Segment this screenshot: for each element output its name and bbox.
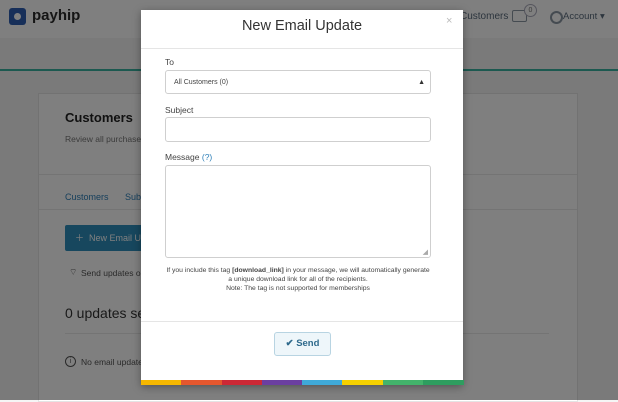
check-icon: ✔ — [285, 338, 294, 349]
message-label: Message (?) — [165, 152, 213, 162]
color-stripe-segment — [422, 380, 464, 385]
color-stripe-segment — [302, 380, 343, 385]
divider — [141, 321, 463, 322]
message-textarea[interactable]: ◢ — [165, 165, 431, 258]
close-icon[interactable]: × — [446, 15, 452, 27]
chevron-down-icon: ▲ — [418, 79, 425, 86]
color-stripe-segment — [382, 380, 424, 385]
message-help-link[interactable]: (?) — [202, 152, 212, 162]
download-link-tag: [download_link] — [232, 267, 284, 274]
color-stripe-segment — [181, 380, 223, 385]
recipients-select[interactable]: All Customers (0) ▲ — [165, 70, 431, 94]
to-label: To — [165, 57, 174, 67]
subject-input[interactable] — [165, 117, 431, 142]
color-stripe-segment — [342, 380, 384, 385]
color-stripe-segment — [261, 380, 303, 385]
recipients-select-value: All Customers (0) — [174, 79, 229, 86]
modal-title: New Email Update — [241, 18, 363, 34]
color-stripe-segment — [221, 380, 263, 385]
divider — [141, 48, 463, 49]
send-button[interactable]: ✔ Send — [274, 332, 331, 356]
download-link-note: If you include this tag [download_link] … — [166, 267, 430, 292]
resize-grip-icon[interactable]: ◢ — [423, 248, 428, 256]
new-email-update-modal: New Email Update × To All Customers (0) … — [141, 10, 464, 385]
subject-label: Subject — [165, 105, 194, 115]
color-stripe-segment — [141, 380, 182, 385]
